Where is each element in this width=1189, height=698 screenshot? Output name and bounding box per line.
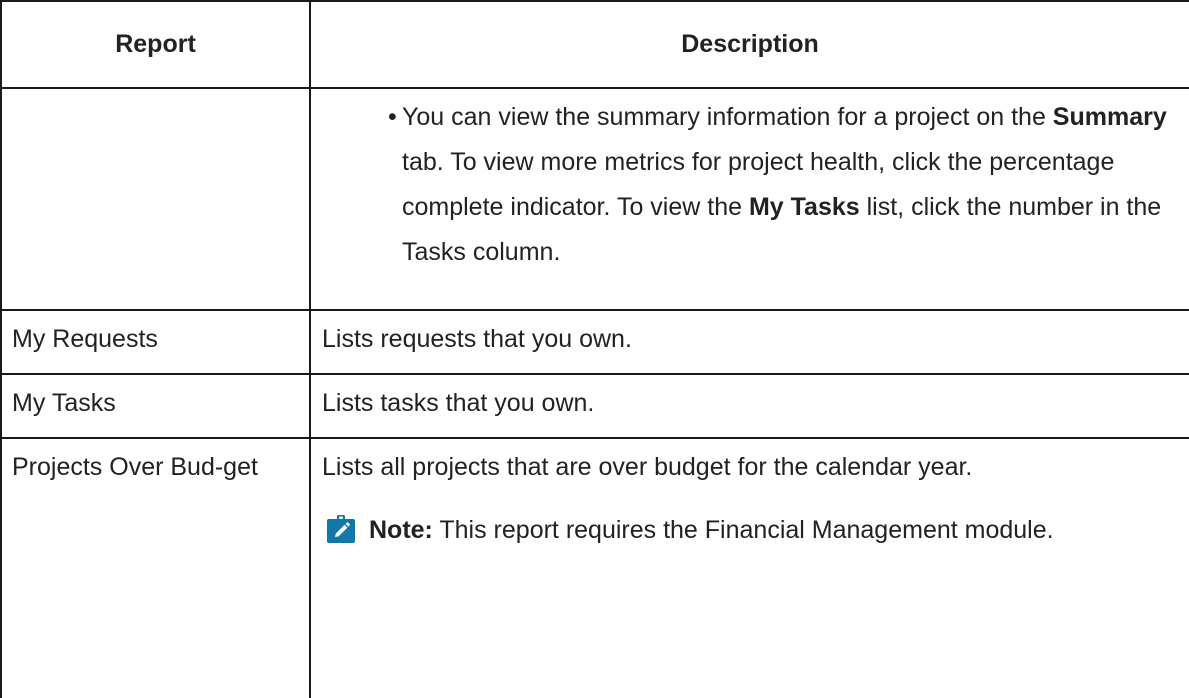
report-cell-empty: [0, 87, 311, 311]
bullet-list-item: • You can view the summary information fo…: [388, 95, 1179, 275]
text-run: You can view the summary information for…: [402, 103, 1053, 131]
note-pencil-icon: [327, 515, 355, 543]
report-description: Lists all projects that are over budget …: [322, 453, 973, 481]
table-row: Projects Over Bud-get Lists all projects…: [0, 437, 1189, 698]
note-block: Note: This report requires the Financial…: [322, 508, 1179, 553]
table-row: My Requests Lists requests that you own.: [0, 309, 1189, 375]
report-name: Projects Over Bud-get: [0, 437, 311, 698]
report-description: Lists tasks that you own.: [309, 373, 1189, 439]
report-description: Lists requests that you own.: [309, 309, 1189, 375]
note-label: Note:: [369, 516, 433, 544]
table-header-row: Report Description: [0, 0, 1189, 89]
text-run-bold: Summary: [1052, 103, 1167, 131]
header-report: Report: [0, 0, 311, 89]
note-text: This report requires the Financial Manag…: [432, 516, 1054, 544]
report-table: Report Description • You can view the sum…: [0, 0, 1189, 698]
description-cell: • You can view the summary information fo…: [309, 87, 1189, 311]
header-description: Description: [309, 0, 1189, 89]
bullet-marker: •: [388, 103, 397, 131]
report-name: My Tasks: [0, 373, 311, 439]
table-row: • You can view the summary information fo…: [0, 87, 1189, 311]
text-run-bold: My Tasks: [748, 193, 860, 221]
report-name: My Requests: [0, 309, 311, 375]
table-row: My Tasks Lists tasks that you own.: [0, 373, 1189, 439]
report-description-cell: Lists all projects that are over budget …: [309, 437, 1189, 698]
